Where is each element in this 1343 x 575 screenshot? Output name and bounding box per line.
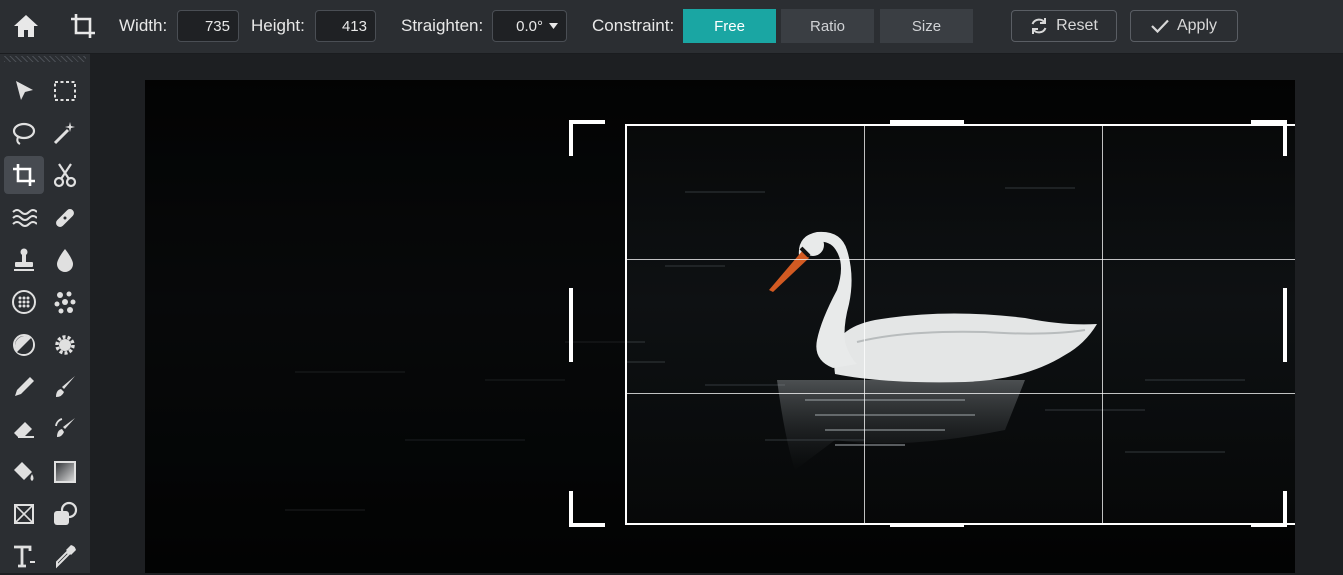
- transform-icon: [14, 504, 34, 524]
- canvas-workspace: [90, 54, 1343, 573]
- constraint-free-button[interactable]: Free: [683, 9, 776, 43]
- crop-grid-line: [864, 126, 865, 523]
- scissors-icon: [53, 163, 77, 188]
- magic-wand-icon: [53, 122, 75, 145]
- tool-shape[interactable]: [45, 495, 85, 533]
- crop-icon: [71, 14, 95, 38]
- tool-clone-stamp[interactable]: [4, 241, 44, 279]
- dots-cluster-icon: [54, 291, 76, 314]
- eyedropper-icon: [56, 545, 76, 569]
- gradient-icon: [54, 461, 76, 483]
- tool-crop[interactable]: [4, 156, 44, 194]
- arrow-cursor-icon: [16, 81, 33, 100]
- reset-button[interactable]: Reset: [1011, 10, 1117, 42]
- brush-icon: [56, 376, 75, 397]
- crop-handle-top-left[interactable]: [569, 120, 573, 156]
- tool-select[interactable]: [4, 72, 44, 110]
- tool-gradient[interactable]: [45, 453, 85, 491]
- tool-pencil[interactable]: [4, 368, 44, 406]
- shape-icon: [54, 501, 78, 525]
- dotted-circle-icon: [12, 290, 36, 314]
- tool-blur[interactable]: [45, 241, 85, 279]
- apply-button[interactable]: Apply: [1130, 10, 1238, 42]
- reset-label: Reset: [1056, 17, 1098, 34]
- tool-cut[interactable]: [45, 156, 85, 194]
- home-button[interactable]: [10, 10, 42, 42]
- tool-eraser[interactable]: [4, 410, 44, 448]
- tool-sponge[interactable]: [45, 326, 85, 364]
- tool-liquify[interactable]: [4, 199, 44, 237]
- water-drop-icon: [57, 249, 73, 272]
- straighten-value: 0.0°: [516, 17, 543, 35]
- constraint-label: Constraint:: [592, 16, 675, 35]
- gear-icon: [55, 335, 75, 355]
- caret-down-icon: [549, 23, 558, 29]
- tool-dots[interactable]: [45, 283, 85, 321]
- tool-replace-color[interactable]: [45, 410, 85, 448]
- straighten-label: Straighten:: [401, 16, 484, 35]
- image-canvas[interactable]: [145, 80, 1295, 573]
- tool-eyedropper[interactable]: [45, 537, 85, 575]
- pencil-icon: [15, 377, 34, 396]
- crop-handle-right[interactable]: [1283, 288, 1287, 362]
- crop-box[interactable]: [625, 124, 1295, 525]
- paint-bucket-icon: [14, 462, 34, 481]
- tool-magic-wand[interactable]: [45, 114, 85, 152]
- crop-grid-line: [627, 393, 1295, 394]
- crop-handle-bottom-right[interactable]: [1251, 523, 1287, 527]
- half-circle-icon: [13, 334, 35, 356]
- height-label: Height:: [251, 16, 305, 35]
- constraint-size-button[interactable]: Size: [880, 9, 973, 43]
- tool-paint-bucket[interactable]: [4, 453, 44, 491]
- crop-handle-bottom-right[interactable]: [1283, 491, 1287, 527]
- eraser-icon: [14, 422, 34, 438]
- constraint-ratio-button[interactable]: Ratio: [781, 9, 874, 43]
- tool-pixelate[interactable]: [4, 283, 44, 321]
- lasso-icon: [12, 122, 36, 145]
- marquee-icon: [54, 81, 76, 101]
- crop-handle-top[interactable]: [890, 120, 964, 124]
- tool-dodge-burn[interactable]: [4, 326, 44, 364]
- text-icon: [14, 545, 35, 568]
- liquify-icon: [12, 209, 37, 227]
- straighten-select[interactable]: 0.0°: [492, 10, 567, 42]
- width-label: Width:: [119, 16, 168, 35]
- crop-grid-line: [627, 259, 1295, 260]
- tool-heal[interactable]: [45, 199, 85, 237]
- width-field[interactable]: [177, 10, 239, 42]
- brush-swap-icon: [55, 418, 75, 437]
- tool-lasso[interactable]: [4, 114, 44, 152]
- tool-text[interactable]: [4, 537, 44, 575]
- crop-handle-top-right[interactable]: [1283, 120, 1287, 156]
- tool-brush[interactable]: [45, 368, 85, 406]
- crop-handle-top-left[interactable]: [569, 120, 605, 124]
- crop-handle-bottom[interactable]: [890, 523, 964, 527]
- refresh-icon: [1031, 18, 1047, 34]
- checkmark-icon: [1151, 19, 1169, 33]
- crop-handle-top-right[interactable]: [1251, 120, 1287, 124]
- tool-marquee[interactable]: [45, 72, 85, 110]
- tool-transform[interactable]: [4, 495, 44, 533]
- panel-grip[interactable]: [4, 56, 86, 62]
- height-field[interactable]: [315, 10, 376, 42]
- bandage-icon: [56, 209, 74, 227]
- crop-mode-indicator: [67, 10, 99, 42]
- apply-label: Apply: [1176, 17, 1218, 34]
- crop-handle-bottom-left[interactable]: [569, 491, 573, 527]
- crop-icon: [13, 164, 35, 186]
- crop-grid-line: [1102, 126, 1103, 523]
- crop-handle-left[interactable]: [569, 288, 573, 362]
- stamp-icon: [14, 248, 34, 271]
- home-icon: [14, 15, 38, 37]
- tools-panel: [0, 54, 90, 573]
- options-bar: Width: Height: Straighten: 0.0° Constrai…: [0, 0, 1343, 54]
- crop-handle-bottom-left[interactable]: [569, 523, 605, 527]
